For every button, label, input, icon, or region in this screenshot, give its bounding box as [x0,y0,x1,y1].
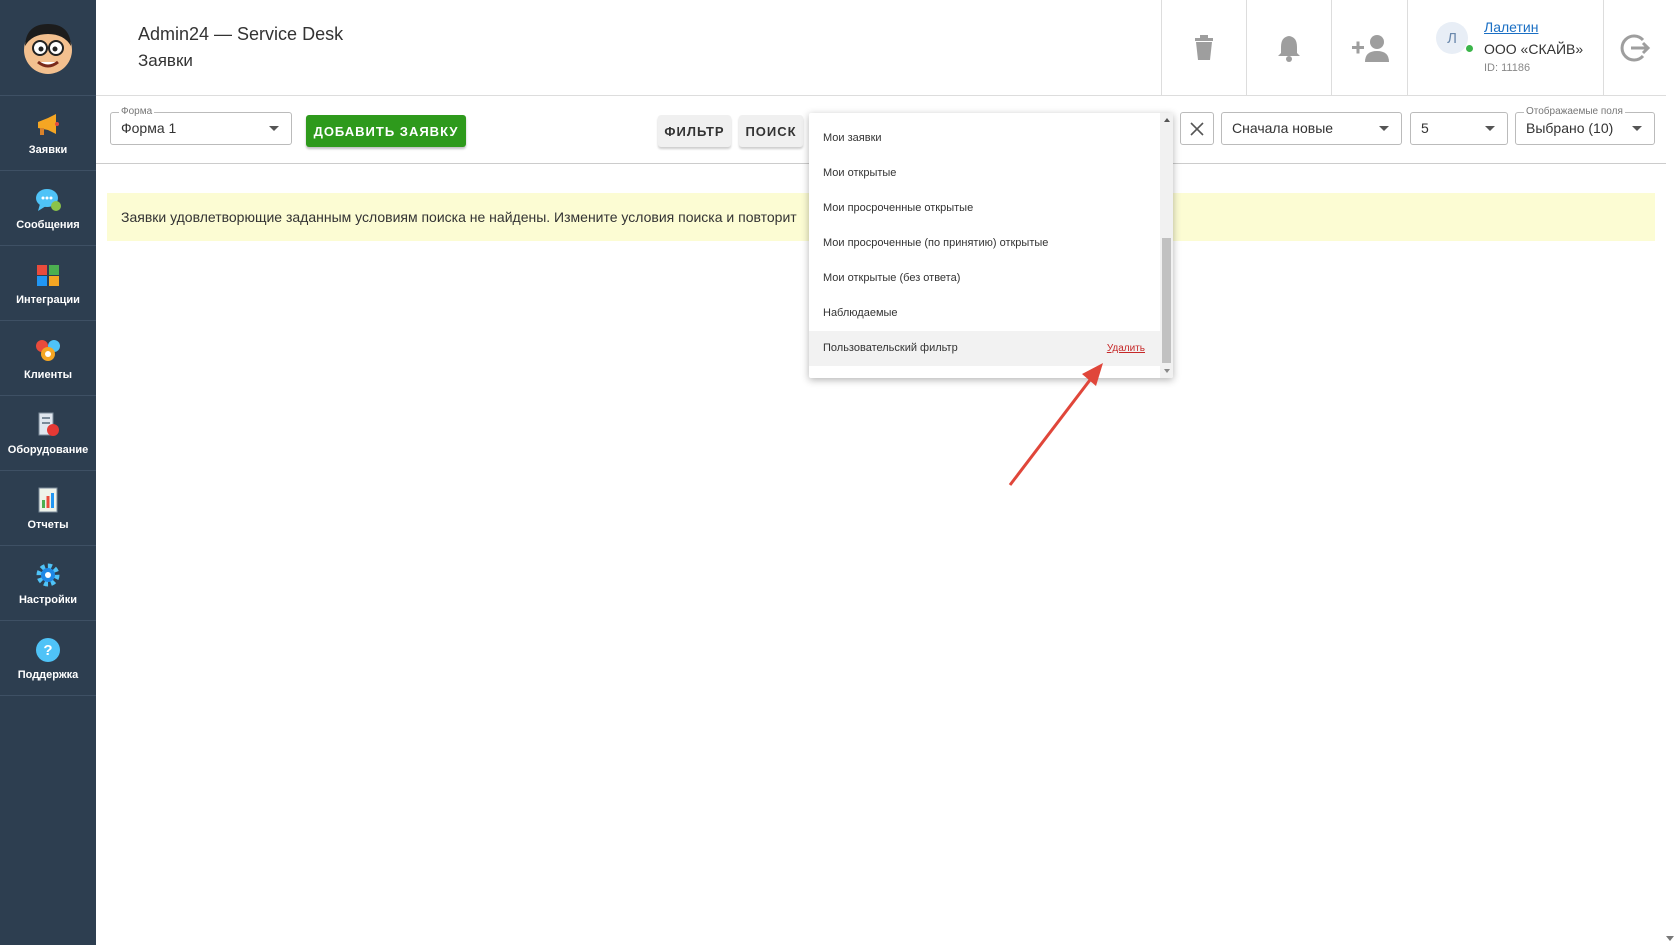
chevron-down-icon [1632,126,1642,131]
filter-option-label: Мои открытые [823,167,897,179]
sidebar-item-label: Сообщения [16,218,80,231]
mascot-logo-icon [24,23,72,74]
add-user-button[interactable] [1331,0,1407,96]
clear-filter-button[interactable] [1180,112,1214,145]
add-request-button[interactable]: ДОБАВИТЬ ЗАЯВКУ [306,115,466,147]
close-icon [1190,121,1204,136]
sidebar-item-label: Интеграции [16,293,80,306]
report-icon [34,486,62,514]
sidebar-item-label: Оборудование [7,443,89,456]
logo[interactable] [0,0,96,96]
add-user-icon [1351,35,1389,62]
filter-option[interactable]: Мои просроченные (по принятию) открытые [809,226,1160,261]
trash-icon [1195,35,1213,60]
scroll-up-icon[interactable] [1164,118,1170,122]
sidebar-item-label: Клиенты [23,368,72,381]
filter-option-label: Пользовательский фильтр [823,342,958,354]
page-scroll-down-icon[interactable] [1666,936,1674,941]
delete-filter-link[interactable]: Удалить [1107,331,1145,366]
page-title: Заявки [138,51,193,70]
sidebar-item-reports[interactable]: Отчеты [0,471,96,546]
search-button[interactable]: ПОИСК [739,115,803,147]
bell-icon [1278,36,1300,62]
filter-option[interactable]: Наблюдаемые [809,296,1160,331]
chat-bubble-icon [34,186,62,214]
gear-icon [34,561,62,589]
equipment-icon [34,411,62,439]
people-icon [34,336,62,364]
scroll-down-icon[interactable] [1164,369,1170,373]
sidebar-item-requests[interactable]: Заявки [0,96,96,171]
sidebar-item-label: Поддержка [17,668,79,681]
svg-text:?: ? [43,642,52,659]
sidebar-item-equipment[interactable]: Оборудование [0,396,96,471]
sidebar-item-label: Отчеты [27,518,69,531]
question-icon: ? [34,636,62,664]
sort-select[interactable]: Сначала новые [1221,112,1402,145]
top-bar: Admin24 — Service Desk Заявки Л Лалетин … [96,0,1666,96]
displayed-fields-label: Отображаемые поля [1524,106,1625,118]
notifications-button[interactable] [1246,0,1331,96]
megaphone-icon [34,111,62,139]
sort-select-value: Сначала новые [1232,120,1334,136]
form-select-label: Форма [119,106,155,118]
filter-option-label: Мои просроченные (по принятию) открытые [823,237,1049,249]
logout-button[interactable] [1603,0,1666,96]
user-id: ID: 11186 [1484,62,1531,74]
trash-button[interactable] [1161,0,1246,96]
filter-name-dropdown: Мои заявки Мои открытые Мои просроченные… [809,113,1173,378]
scrollbar-thumb[interactable] [1162,238,1171,363]
filter-option[interactable]: Мои заявки [809,121,1160,156]
filter-option[interactable]: Мои просроченные открытые [809,191,1160,226]
chevron-down-icon [1485,126,1495,131]
filter-option-label: Мои заявки [823,132,882,144]
avatar[interactable]: Л [1436,22,1468,54]
sidebar-item-settings[interactable]: Настройки [0,546,96,621]
displayed-fields-select[interactable]: Отображаемые поля Выбрано (10) [1515,106,1655,145]
filter-option-custom[interactable]: Пользовательский фильтр Удалить [809,331,1160,366]
logout-icon [1620,34,1651,62]
form-select[interactable]: Форма Форма 1 [110,106,292,145]
sidebar-item-label: Заявки [28,143,68,156]
per-page-select[interactable]: 5 [1410,112,1508,145]
filter-button[interactable]: ФИЛЬТР [658,115,731,147]
sidebar-item-label: Настройки [18,593,78,606]
dropdown-scrollbar[interactable] [1160,113,1173,378]
chevron-down-icon [1379,126,1389,131]
form-select-value: Форма 1 [121,120,177,136]
per-page-select-value: 5 [1421,120,1429,136]
puzzle-icon [34,261,62,289]
sidebar-item-support[interactable]: ? Поддержка [0,621,96,696]
online-status-dot [1466,45,1473,52]
user-block: Л Лалетин ООО «СКАЙВ» ID: 11186 [1407,0,1603,96]
user-organization: ООО «СКАЙВ» [1484,41,1584,57]
filter-option-label: Мои открытые (без ответа) [823,272,961,284]
filter-option-label: Мои просроченные открытые [823,202,974,214]
sidebar: Заявки Сообщения Интеграции Клиенты Обор… [0,0,96,945]
sidebar-item-clients[interactable]: Клиенты [0,321,96,396]
user-name-link[interactable]: Лалетин [1484,19,1538,35]
filter-options-list: Мои заявки Мои открытые Мои просроченные… [809,121,1160,366]
filter-option-label: Наблюдаемые [823,307,898,319]
sidebar-item-messages[interactable]: Сообщения [0,171,96,246]
filter-option[interactable]: Мои открытые (без ответа) [809,261,1160,296]
app-title: Admin24 — Service Desk [138,24,344,44]
chevron-down-icon [269,126,279,131]
filter-option[interactable]: Мои открытые [809,156,1160,191]
sidebar-item-integrations[interactable]: Интеграции [0,246,96,321]
displayed-fields-value: Выбрано (10) [1526,120,1614,136]
